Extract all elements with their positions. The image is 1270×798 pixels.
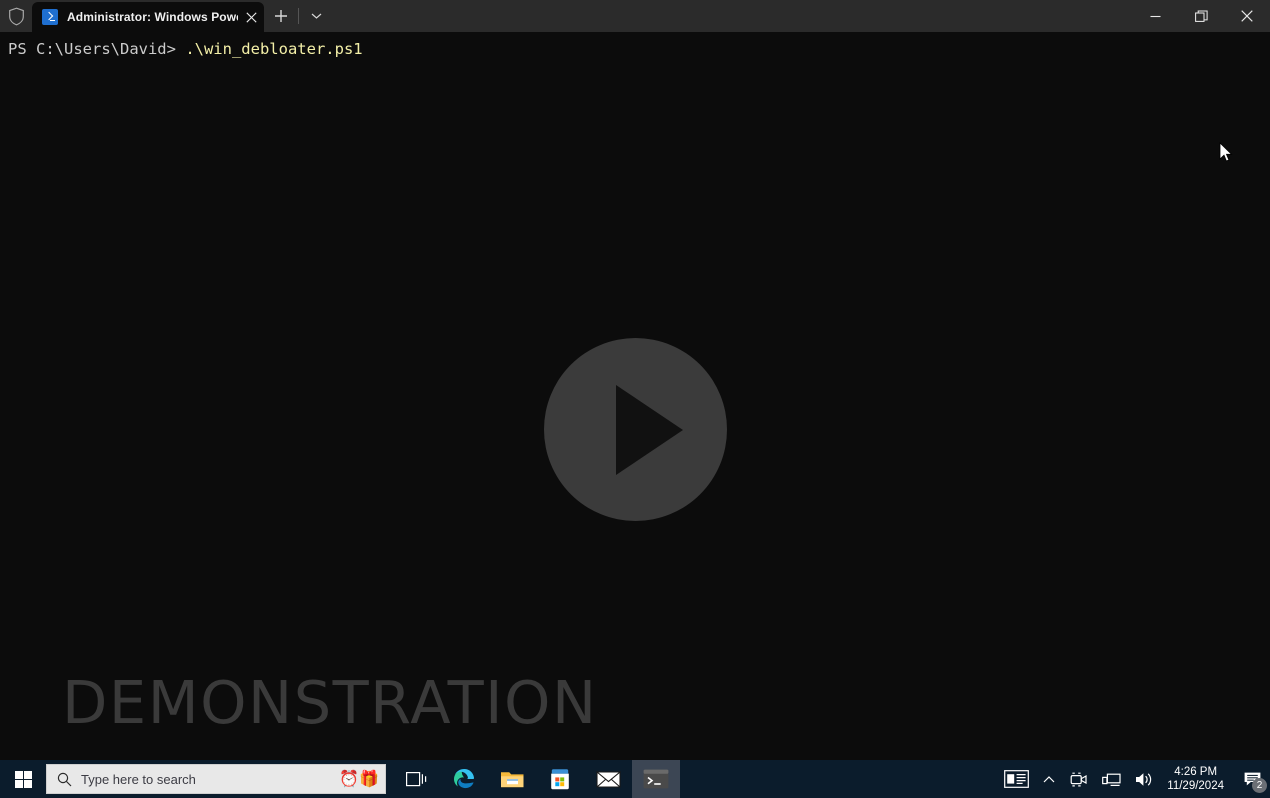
taskbar-buttons: [392, 760, 680, 798]
shield-icon: [0, 0, 32, 32]
typed-command: .\win_debloater.ps1: [175, 40, 363, 58]
meet-now-icon[interactable]: [1062, 760, 1095, 798]
prompt-path: PS C:\Users\David>: [8, 40, 176, 58]
task-view-button[interactable]: [392, 760, 440, 798]
microsoft-store-button[interactable]: [536, 760, 584, 798]
show-hidden-icons-button[interactable]: [1036, 760, 1062, 798]
clock-time: 4:26 PM: [1174, 766, 1218, 778]
new-tab-button[interactable]: [264, 0, 298, 32]
title-bar-drag-area[interactable]: [333, 0, 1132, 32]
tab-title: Administrator: Windows Powe: [67, 10, 238, 24]
notification-count-badge: 2: [1252, 778, 1267, 793]
search-icon: [47, 772, 81, 787]
window-controls: [1132, 0, 1270, 32]
system-tray: 4:26 PM 11/29/2024 2: [997, 760, 1270, 798]
file-explorer-button[interactable]: [488, 760, 536, 798]
search-highlights-icon[interactable]: ⏰🎁: [339, 771, 385, 787]
mouse-cursor: [1219, 142, 1233, 162]
prompt-line: PS C:\Users\David> .\win_debloater.ps1: [8, 39, 363, 59]
network-icon[interactable]: [1095, 760, 1128, 798]
minimize-button[interactable]: [1132, 0, 1178, 32]
clock-date: 11/29/2024: [1167, 780, 1224, 792]
close-window-button[interactable]: [1224, 0, 1270, 32]
terminal-output-area[interactable]: PS C:\Users\David> .\win_debloater.ps1 D…: [0, 32, 1270, 760]
windows-terminal-button[interactable]: [632, 760, 680, 798]
windows-terminal-window: Administrator: Windows Powe PS C:\Users\…: [0, 0, 1270, 760]
demonstration-watermark: DEMONSTRATION: [62, 668, 598, 737]
volume-icon[interactable]: [1128, 760, 1161, 798]
notifications-button[interactable]: 2: [1234, 760, 1270, 798]
search-input[interactable]: Type here to search: [81, 772, 339, 787]
windows-logo-icon: [14, 770, 32, 788]
title-bar[interactable]: Administrator: Windows Powe: [0, 0, 1270, 32]
restore-button[interactable]: [1178, 0, 1224, 32]
tab-administrator-powershell[interactable]: Administrator: Windows Powe: [32, 2, 264, 32]
chevron-down-icon[interactable]: [299, 0, 333, 32]
mail-button[interactable]: [584, 760, 632, 798]
news-and-interests-icon[interactable]: [997, 760, 1036, 798]
play-button[interactable]: [544, 338, 727, 521]
powershell-icon: [42, 9, 58, 25]
clock[interactable]: 4:26 PM 11/29/2024: [1161, 765, 1234, 793]
close-tab-button[interactable]: [238, 4, 264, 30]
search-box[interactable]: Type here to search ⏰🎁: [46, 764, 386, 794]
play-triangle-icon: [616, 385, 683, 475]
taskbar: Type here to search ⏰🎁 4:26 PM 11/29/202…: [0, 760, 1270, 798]
microsoft-edge-button[interactable]: [440, 760, 488, 798]
start-button[interactable]: [0, 760, 46, 798]
